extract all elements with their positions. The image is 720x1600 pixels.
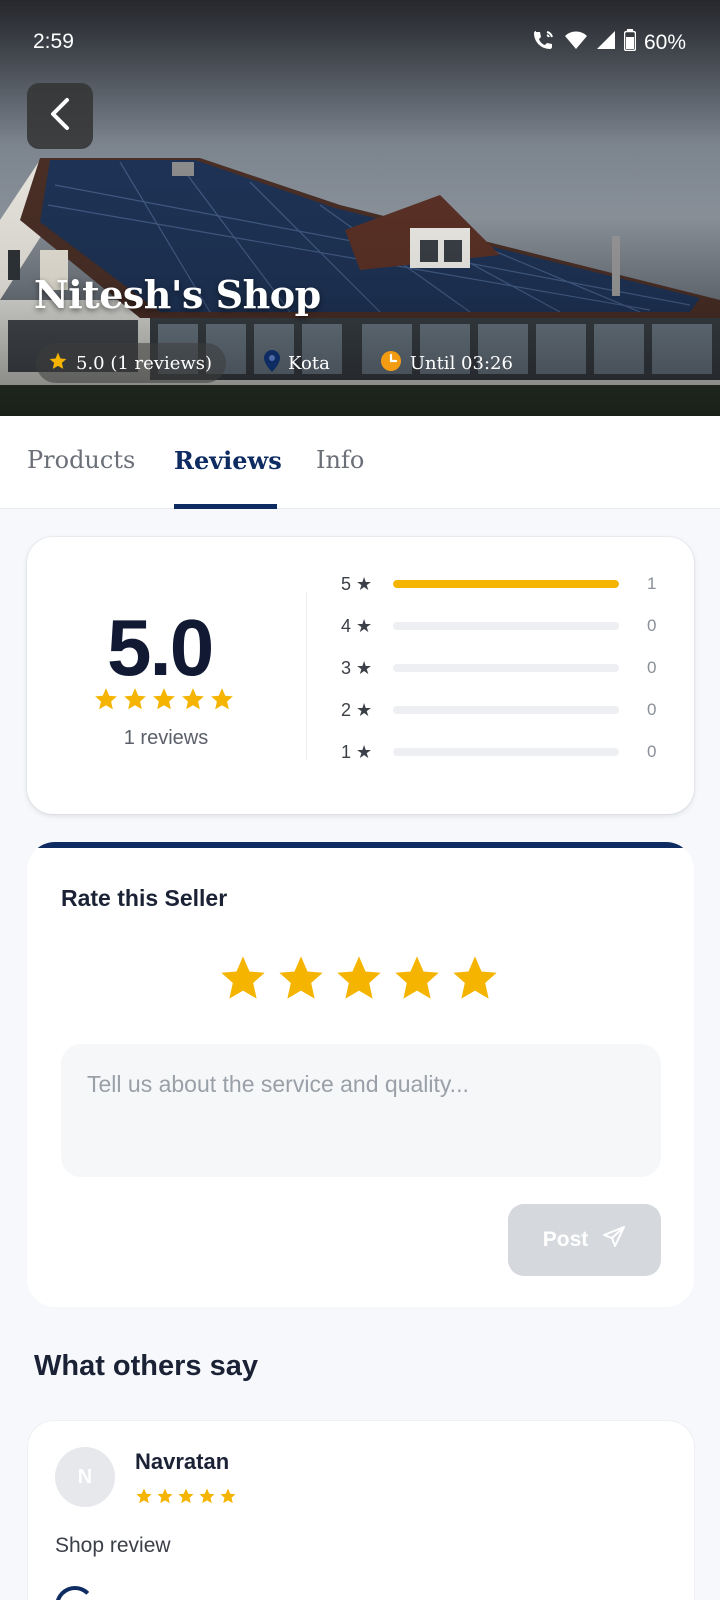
rating-bar-count: 0 — [647, 700, 657, 719]
location-chip: Kota — [250, 343, 344, 383]
review-card: N Navratan Shop review — [28, 1421, 694, 1600]
rating-bar-row: 5 ★ 1 — [341, 569, 671, 599]
divider — [306, 592, 307, 760]
rating-bar-track — [393, 580, 619, 588]
rating-bar-fill — [393, 580, 619, 588]
rating-bar-label: 1 ★ — [341, 741, 373, 762]
star-icon[interactable] — [333, 952, 385, 1009]
tab-info[interactable]: Info — [316, 446, 364, 474]
rating-bar-track — [393, 748, 619, 756]
rate-seller-card: Rate this Seller Post — [27, 842, 694, 1307]
rating-bar-label: 4 ★ — [341, 615, 373, 636]
back-button[interactable] — [27, 83, 93, 149]
review-stars — [135, 1487, 237, 1510]
card-accent-bar — [37, 842, 684, 848]
reviews-count: 1 reviews — [123, 727, 209, 749]
signal-icon — [596, 30, 616, 56]
rating-bar-label: 3 ★ — [341, 657, 373, 678]
location-text: Kota — [288, 352, 330, 374]
rating-bar-row: 3 ★ 0 — [341, 653, 671, 683]
average-stars — [93, 686, 235, 717]
star-icon[interactable] — [217, 952, 269, 1009]
star-icon — [156, 1487, 174, 1510]
status-time: 2:59 — [33, 30, 74, 53]
rating-bar-row: 1 ★ 0 — [341, 737, 671, 767]
rating-bar-count: 0 — [647, 616, 657, 635]
star-icon — [93, 686, 119, 717]
hours-text: Until 03:26 — [409, 352, 513, 374]
star-icon — [180, 686, 206, 717]
loading-spinner — [55, 1586, 95, 1600]
rating-summary-card: 5.0 1 reviews 5 ★ 1 4 ★ 0 3 ★ 0 2 ★ 0 1 … — [27, 537, 694, 814]
star-icon — [198, 1487, 216, 1510]
chevron-left-icon — [48, 97, 72, 136]
rating-bar-row: 4 ★ 0 — [341, 611, 671, 641]
rating-bar-label: 5 ★ — [341, 573, 373, 594]
active-tab-indicator — [174, 504, 277, 509]
star-icon — [135, 1487, 153, 1510]
rating-bar-count: 0 — [647, 658, 657, 677]
rating-bar-track — [393, 706, 619, 714]
rating-bar-track — [393, 622, 619, 630]
rating-bar-count: 1 — [647, 574, 657, 593]
post-review-button[interactable]: Post — [508, 1204, 661, 1276]
wifi-call-icon — [532, 29, 556, 57]
status-bar: 2:59 60% — [0, 0, 720, 84]
rate-seller-title: Rate this Seller — [61, 885, 228, 911]
wifi-icon — [564, 30, 588, 56]
star-icon[interactable] — [449, 952, 501, 1009]
star-icon — [219, 1487, 237, 1510]
shop-hero: 2:59 60% Nitesh's Shop 5.0 (1 reviews) K… — [0, 0, 720, 416]
avatar: N — [55, 1447, 115, 1507]
review-text: Shop review — [55, 1534, 171, 1557]
location-pin-icon — [264, 349, 281, 377]
star-icon[interactable] — [391, 952, 443, 1009]
rating-bar-label: 2 ★ — [341, 699, 373, 720]
reviews-section-title: What others say — [34, 1350, 258, 1382]
star-icon — [122, 686, 148, 717]
star-rating-input — [217, 952, 501, 1009]
star-icon — [151, 686, 177, 717]
tab-products[interactable]: Products — [27, 446, 135, 474]
send-icon — [602, 1225, 626, 1255]
reviewer-name: Navratan — [135, 1449, 230, 1474]
shop-name: Nitesh's Shop — [34, 272, 321, 317]
rating-chip-text: 5.0 (1 reviews) — [76, 352, 213, 374]
hours-chip: Until 03:26 — [366, 343, 527, 383]
star-icon — [48, 351, 68, 376]
review-text-input[interactable] — [61, 1044, 661, 1177]
battery-icon — [623, 29, 637, 57]
rating-bar-count: 0 — [647, 742, 657, 761]
clock-icon — [380, 350, 402, 377]
shop-meta-chips: 5.0 (1 reviews) Kota Until 03:26 — [36, 343, 527, 383]
star-icon — [177, 1487, 195, 1510]
rating-chip: 5.0 (1 reviews) — [36, 343, 227, 383]
rating-bar-track — [393, 664, 619, 672]
star-icon — [209, 686, 235, 717]
post-button-label: Post — [542, 1228, 589, 1251]
battery-percent: 60% — [643, 31, 686, 54]
average-score: 5.0 — [107, 603, 214, 692]
star-icon[interactable] — [275, 952, 327, 1009]
tab-bar: Products Reviews Info — [0, 416, 720, 509]
rating-bar-row: 2 ★ 0 — [341, 695, 671, 725]
tab-reviews[interactable]: Reviews — [174, 446, 282, 475]
